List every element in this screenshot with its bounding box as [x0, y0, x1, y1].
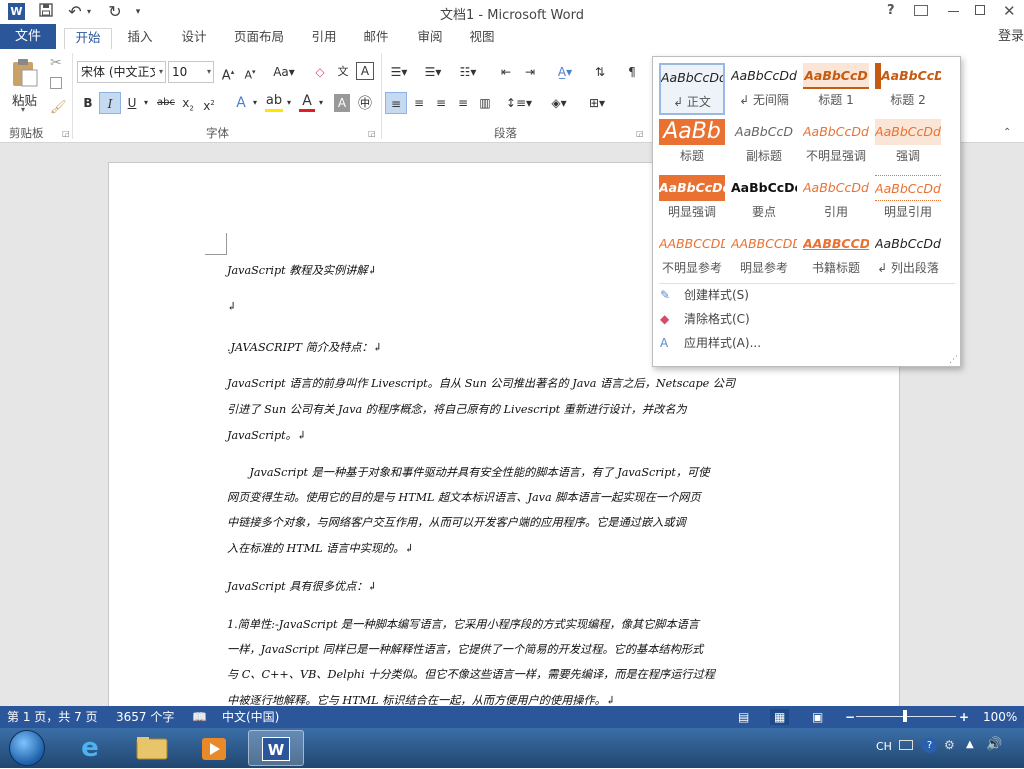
word-taskbar-icon[interactable]: W: [248, 730, 304, 766]
status-bar: 第 1 页，共 7 页 3657 个字 📖 中文(中国) ▤ ▦ ▣ − + 1…: [0, 706, 1024, 728]
resize-grip-icon[interactable]: ⋰: [949, 355, 958, 365]
style-item[interactable]: AaBbCcDd 强调: [875, 119, 941, 171]
style-name: 标题: [679, 149, 704, 163]
style-name: 要点: [751, 205, 776, 219]
style-item[interactable]: AaBbCcDd 明显强调: [659, 175, 725, 227]
style-item[interactable]: AaBb 标题: [659, 119, 725, 171]
word-count[interactable]: 3657 个字: [116, 709, 174, 725]
style-name: 引用: [823, 205, 848, 219]
style-name: 明显参考: [739, 261, 788, 275]
style-preview: AABBCCDDE: [659, 236, 725, 251]
document-line[interactable]: 中链接多个对象，与网络客户交互作用，从而可以开发客户端的应用程序。它是通过嵌入或…: [227, 514, 686, 530]
style-item[interactable]: AABBCCDDE 明显参考: [731, 231, 797, 283]
zoom-in-button[interactable]: +: [959, 709, 969, 725]
clear-formatting-label: 清除格式(C): [684, 312, 750, 326]
style-item[interactable]: AaBbCcDdE ↲ 正文: [659, 63, 725, 115]
style-name: 标题 1: [818, 93, 854, 107]
style-name: 明显强调: [667, 205, 716, 219]
style-preview: AaBbCcDdE: [731, 180, 797, 195]
document-line[interactable]: ↲: [227, 300, 236, 313]
ime-indicator[interactable]: CH: [876, 740, 892, 753]
zoom-level[interactable]: 100%: [983, 709, 1017, 725]
document-line[interactable]: 引进了 Sun 公司有关 Java 的程序概念，将自己原有的 Livescrip…: [227, 401, 687, 417]
style-item[interactable]: AaBbCcDd 明显引用: [875, 175, 941, 227]
style-item[interactable]: AaBbCcDdE 引用: [803, 175, 869, 227]
style-preview: AABBCCDD: [803, 236, 869, 251]
style-name: ↲ 列出段落: [877, 261, 939, 275]
style-name: 不明显强调: [805, 149, 866, 163]
document-line[interactable]: 一样，JavaScript 同样已是一种解释性语言，它提供了一个简易的开发过程。…: [227, 641, 703, 657]
help-tray-icon[interactable]: ?: [922, 738, 937, 753]
style-preview: AaBbCcDdE: [661, 70, 723, 85]
style-item[interactable]: AaBbCcDdE 要点: [731, 175, 797, 227]
eraser-icon: ◆: [660, 312, 670, 326]
style-preview: AaBbCcD: [875, 63, 941, 89]
document-line[interactable]: JavaScript 是一种基于对象和事件驱动并具有安全性能的脚本语言，有了 J…: [227, 464, 709, 480]
style-item[interactable]: AaBbCcDdE ↲ 列出段落: [875, 231, 941, 283]
keyboard-icon[interactable]: [899, 740, 913, 750]
word-logo-icon: W: [262, 737, 290, 761]
document-line[interactable]: 与 C、C++、VB、Delphi 十分类似。但它不像这些语言一样，需要先编译，…: [227, 666, 715, 682]
zoom-slider-thumb[interactable]: [903, 710, 907, 722]
document-line[interactable]: 1.简单性:-JavaScript 是一种脚本编写语言，它采用小程序段的方式实现…: [227, 616, 699, 632]
create-style-menu-item[interactable]: ✎ 创建样式(S): [660, 285, 749, 305]
document-line[interactable]: 网页变得生动。使用它的目的是与 HTML 超文本标识语言、Java 脚本语言一起…: [227, 489, 701, 505]
read-mode-icon[interactable]: ▤: [738, 709, 749, 725]
tray-settings-icon[interactable]: ⚙: [944, 738, 955, 752]
style-preview: AaBbCcD: [735, 124, 793, 139]
style-name: 书籍标题: [811, 261, 860, 275]
web-layout-icon[interactable]: ▣: [812, 709, 823, 725]
document-line[interactable]: 入在标准的 HTML 语言中实现的。↲: [227, 540, 414, 556]
language-indicator[interactable]: 中文(中国): [222, 709, 279, 725]
document-line[interactable]: 中被逐行地解释。它与 HTML 标识结合在一起，从而方便用户的使用操作。↲: [227, 692, 615, 706]
document-line[interactable]: JavaScript 语言的前身叫作 Livescript。自从 Sun 公司推…: [227, 375, 735, 391]
gallery-divider: [659, 283, 955, 284]
style-name: 不明显参考: [661, 261, 722, 275]
file-explorer-icon[interactable]: [124, 730, 180, 766]
style-item[interactable]: AaBbCcD 副标题: [731, 119, 797, 171]
style-preview: AaBbCcDdE: [803, 180, 869, 195]
style-name: 副标题: [745, 149, 782, 163]
document-heading-line[interactable]: JavaScript 教程及实例讲解↲: [227, 262, 377, 278]
document-line[interactable]: JavaScript。↲: [227, 427, 306, 443]
show-hidden-icons[interactable]: ▲: [966, 739, 974, 750]
style-name: 明显引用: [883, 205, 932, 219]
internet-explorer-icon[interactable]: e: [62, 730, 118, 766]
proofing-icon[interactable]: 📖: [192, 709, 207, 725]
create-style-label: 创建样式(S): [684, 288, 749, 302]
style-preview: AaBbCcD: [803, 63, 869, 89]
style-preview: AaBbCcDd: [659, 175, 725, 201]
taskbar: e W CH ? ⚙ ▲ 🔊: [0, 728, 1024, 768]
style-preview: AaBbCcDdE: [731, 68, 797, 83]
style-item[interactable]: AaBbCcD 标题 2: [875, 63, 941, 115]
style-preview: AABBCCDDE: [731, 236, 797, 251]
style-item[interactable]: AaBbCcDdE 不明显强调: [803, 119, 869, 171]
style-name: 强调: [895, 149, 920, 163]
apply-styles-icon: A: [660, 336, 669, 350]
apply-styles-menu-item[interactable]: A 应用样式(A)...: [660, 333, 761, 353]
media-player-icon[interactable]: [186, 730, 242, 766]
style-name: 标题 2: [890, 93, 926, 107]
style-item[interactable]: AABBCCDDE 不明显参考: [659, 231, 725, 283]
style-item[interactable]: AABBCCDD 书籍标题: [803, 231, 869, 283]
clear-formatting-menu-item[interactable]: ◆ 清除格式(C): [660, 309, 750, 329]
document-line[interactable]: JavaScript 具有很多优点：↲: [227, 578, 377, 594]
style-item[interactable]: AaBbCcDdE ↲ 无间隔: [731, 63, 797, 115]
start-button-icon[interactable]: [9, 730, 45, 766]
style-item[interactable]: AaBbCcD 标题 1: [803, 63, 869, 115]
style-preview: AaBbCcDd: [875, 119, 941, 145]
apply-styles-label: 应用样式(A)...: [684, 336, 762, 350]
create-style-icon: ✎: [660, 288, 671, 302]
style-preview: AaBbCcDdE: [803, 124, 869, 139]
document-line[interactable]: .JAVASCRIPT 简介及特点：↲: [227, 339, 382, 355]
style-name: ↲ 正文: [673, 95, 711, 109]
zoom-out-button[interactable]: −: [845, 709, 855, 725]
style-preview: AaBbCcDdE: [875, 236, 941, 251]
style-preview: AaBbCcDd: [875, 175, 941, 201]
volume-icon[interactable]: 🔊: [986, 737, 1002, 752]
style-name: ↲ 无间隔: [739, 93, 789, 107]
style-preview: AaBb: [659, 119, 725, 145]
page-count[interactable]: 第 1 页，共 7 页: [7, 709, 98, 725]
print-layout-icon[interactable]: ▦: [770, 709, 790, 725]
